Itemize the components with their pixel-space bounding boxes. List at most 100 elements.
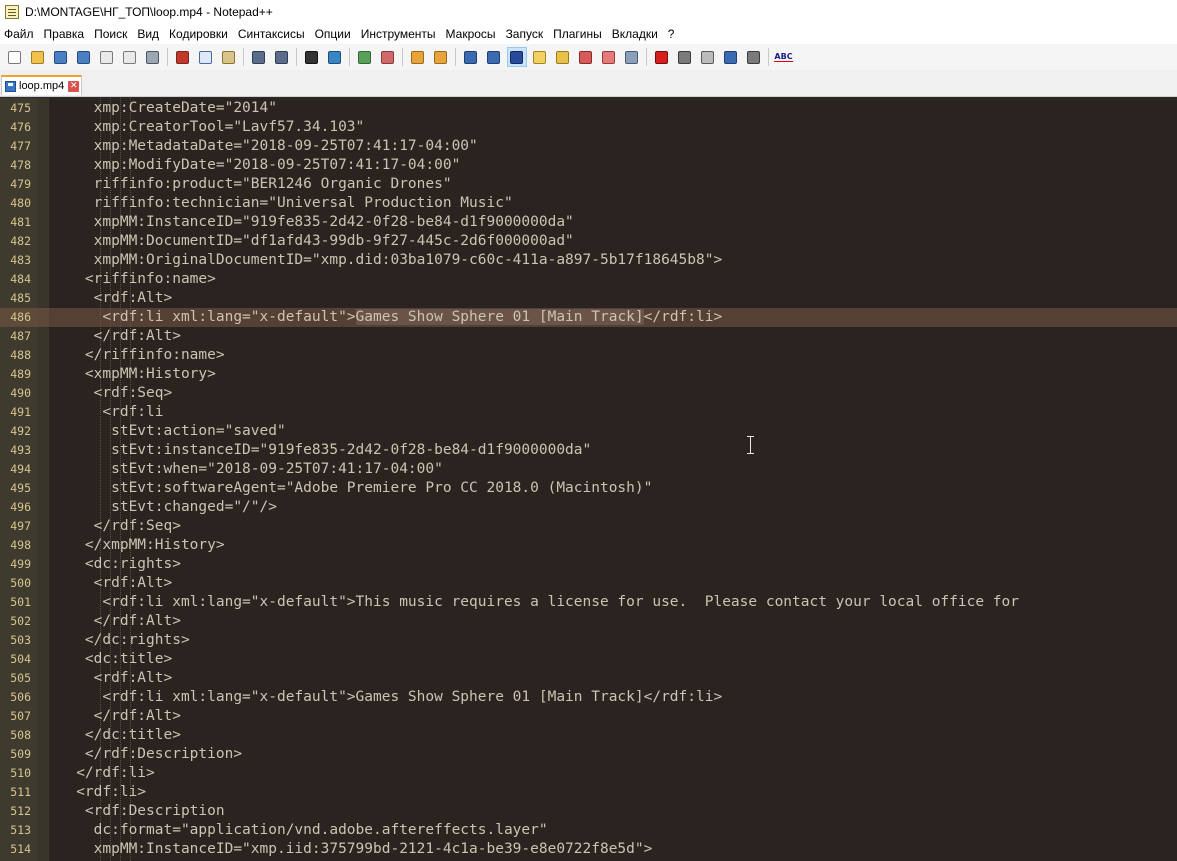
- monitoring-button[interactable]: [623, 48, 641, 66]
- show-all-chars-button[interactable]: [485, 48, 503, 66]
- code-line[interactable]: 507 </rdf:Alt>: [0, 707, 1177, 726]
- menu-item[interactable]: Правка: [40, 27, 91, 41]
- undo-button[interactable]: [250, 48, 268, 66]
- spell-check-button[interactable]: ABC: [774, 48, 793, 66]
- code-line[interactable]: 509 </rdf:Description>: [0, 745, 1177, 764]
- paste-button[interactable]: [220, 48, 238, 66]
- new-file-button[interactable]: [6, 48, 24, 66]
- menu-item[interactable]: Кодировки: [165, 27, 234, 41]
- save-macro-icon: [747, 50, 760, 64]
- code-line[interactable]: 504 <dc:title>: [0, 650, 1177, 669]
- code-line[interactable]: 501 <rdf:li xml:lang="x-default">This mu…: [0, 593, 1177, 612]
- menu-item[interactable]: Плагины: [549, 27, 608, 41]
- code-line[interactable]: 513 dc:format="application/vnd.adobe.aft…: [0, 821, 1177, 840]
- zoom-out-button[interactable]: [379, 48, 397, 66]
- line-text: xmpMM:DocumentID="df1afd43-99db-9f27-445…: [50, 233, 574, 249]
- code-line[interactable]: 497 </rdf:Seq>: [0, 517, 1177, 536]
- code-line[interactable]: 490 <rdf:Seq>: [0, 384, 1177, 403]
- code-line[interactable]: 489 <xmpMM:History>: [0, 365, 1177, 384]
- code-line[interactable]: 486 <rdf:li xml:lang="x-default">Games S…: [0, 308, 1177, 327]
- code-line[interactable]: 500 <rdf:Alt>: [0, 574, 1177, 593]
- line-text: <dc:rights>: [50, 556, 181, 572]
- line-number: 510: [10, 766, 31, 780]
- record-macro-button[interactable]: [653, 48, 671, 66]
- code-line[interactable]: 512 <rdf:Description: [0, 802, 1177, 821]
- code-line[interactable]: 495 stEvt:softwareAgent="Adobe Premiere …: [0, 479, 1177, 498]
- code-line[interactable]: 502 </rdf:Alt>: [0, 612, 1177, 631]
- code-line[interactable]: 506 <rdf:li xml:lang="x-default">Games S…: [0, 688, 1177, 707]
- text-cursor-icon: [747, 435, 755, 455]
- folder-workspace-button[interactable]: [600, 48, 618, 66]
- save-macro-button[interactable]: [745, 48, 763, 66]
- sync-vertical-button[interactable]: [409, 48, 427, 66]
- code-line[interactable]: 493 stEvt:instanceID="919fe835-2d42-0f28…: [0, 441, 1177, 460]
- code-line[interactable]: 476 xmp:CreatorTool="Lavf57.34.103": [0, 118, 1177, 137]
- code-line[interactable]: 510 </rdf:li>: [0, 764, 1177, 783]
- code-line[interactable]: 492 stEvt:action="saved": [0, 422, 1177, 441]
- save-button[interactable]: [52, 48, 70, 66]
- close-all-button[interactable]: [121, 48, 139, 66]
- code-line[interactable]: 484 <riffinfo:name>: [0, 270, 1177, 289]
- menu-item[interactable]: Инструменты: [357, 27, 442, 41]
- code-line[interactable]: 494 stEvt:when="2018-09-25T07:41:17-04:0…: [0, 460, 1177, 479]
- udl-button[interactable]: [531, 48, 549, 66]
- code-line[interactable]: 491 <rdf:li: [0, 403, 1177, 422]
- code-line[interactable]: 478 xmp:ModifyDate="2018-09-25T07:41:17-…: [0, 156, 1177, 175]
- code-line[interactable]: 508 </dc:title>: [0, 726, 1177, 745]
- tab-loop-mp4[interactable]: loop.mp4 ✕: [1, 75, 82, 95]
- play-multiple-button[interactable]: [722, 48, 740, 66]
- editor-area[interactable]: 475 xmp:CreateDate="2014" 476 xmp:Creator…: [0, 98, 1177, 861]
- print-button[interactable]: [144, 48, 162, 66]
- redo-button[interactable]: [273, 48, 291, 66]
- cut-button[interactable]: [174, 48, 192, 66]
- code-line[interactable]: 514 xmpMM:InstanceID="xmp.iid:375799bd-2…: [0, 840, 1177, 859]
- menu-item[interactable]: Вкладки: [608, 27, 664, 41]
- play-macro-button[interactable]: [699, 48, 717, 66]
- code-line[interactable]: 482 xmpMM:DocumentID="df1afd43-99db-9f27…: [0, 232, 1177, 251]
- code-line[interactable]: 499 <dc:rights>: [0, 555, 1177, 574]
- find-button[interactable]: [303, 48, 321, 66]
- line-number: 503: [10, 633, 31, 647]
- line-text: <riffinfo:name>: [50, 271, 216, 287]
- selected-text: Games Show Sphere 01 [Main Track]: [355, 309, 644, 325]
- zoom-in-button[interactable]: [356, 48, 374, 66]
- code-line[interactable]: 498 </xmpMM:History>: [0, 536, 1177, 555]
- menu-item[interactable]: ?: [664, 27, 681, 41]
- word-wrap-button[interactable]: [462, 48, 480, 66]
- doc-map-button[interactable]: [554, 48, 572, 66]
- code-line[interactable]: 505 <rdf:Alt>: [0, 669, 1177, 688]
- open-file-button[interactable]: [29, 48, 47, 66]
- stop-record-icon: [678, 50, 691, 64]
- code-line[interactable]: 483 xmpMM:OriginalDocumentID="xmp.did:03…: [0, 251, 1177, 270]
- copy-button[interactable]: [197, 48, 215, 66]
- code-line[interactable]: 481 xmpMM:InstanceID="919fe835-2d42-0f28…: [0, 213, 1177, 232]
- code-line[interactable]: 503 </dc:rights>: [0, 631, 1177, 650]
- menu-item[interactable]: Поиск: [90, 27, 133, 41]
- show-all-chars-icon: [487, 50, 500, 64]
- code-line[interactable]: 475 xmp:CreateDate="2014": [0, 99, 1177, 118]
- stop-record-button[interactable]: [676, 48, 694, 66]
- menu-item[interactable]: Запуск: [502, 27, 550, 41]
- code-line[interactable]: 496 stEvt:changed="/"/>: [0, 498, 1177, 517]
- close-button[interactable]: [98, 48, 116, 66]
- menu-item[interactable]: Макросы: [442, 27, 502, 41]
- save-all-button[interactable]: [75, 48, 93, 66]
- indent-guide-button[interactable]: [506, 47, 527, 67]
- function-list-button[interactable]: [577, 48, 595, 66]
- toolbar-separator: [167, 48, 168, 66]
- code-line[interactable]: 477 xmp:MetadataDate="2018-09-25T07:41:1…: [0, 137, 1177, 156]
- code-line[interactable]: 485 <rdf:Alt>: [0, 289, 1177, 308]
- menu-item[interactable]: Файл: [0, 27, 40, 41]
- code-line[interactable]: 480 riffinfo:technician="Universal Produ…: [0, 194, 1177, 213]
- line-number: 502: [10, 614, 31, 628]
- code-line[interactable]: 487 </rdf:Alt>: [0, 327, 1177, 346]
- code-line[interactable]: 511 <rdf:li>: [0, 783, 1177, 802]
- close-tab-icon[interactable]: ✕: [68, 80, 80, 92]
- menu-item[interactable]: Опции: [311, 27, 357, 41]
- replace-button[interactable]: [326, 48, 344, 66]
- menu-item[interactable]: Вид: [133, 27, 165, 41]
- code-line[interactable]: 488 </riffinfo:name>: [0, 346, 1177, 365]
- menu-item[interactable]: Синтаксисы: [234, 27, 311, 41]
- code-line[interactable]: 479 riffinfo:product="BER1246 Organic Dr…: [0, 175, 1177, 194]
- sync-horizontal-button[interactable]: [432, 48, 450, 66]
